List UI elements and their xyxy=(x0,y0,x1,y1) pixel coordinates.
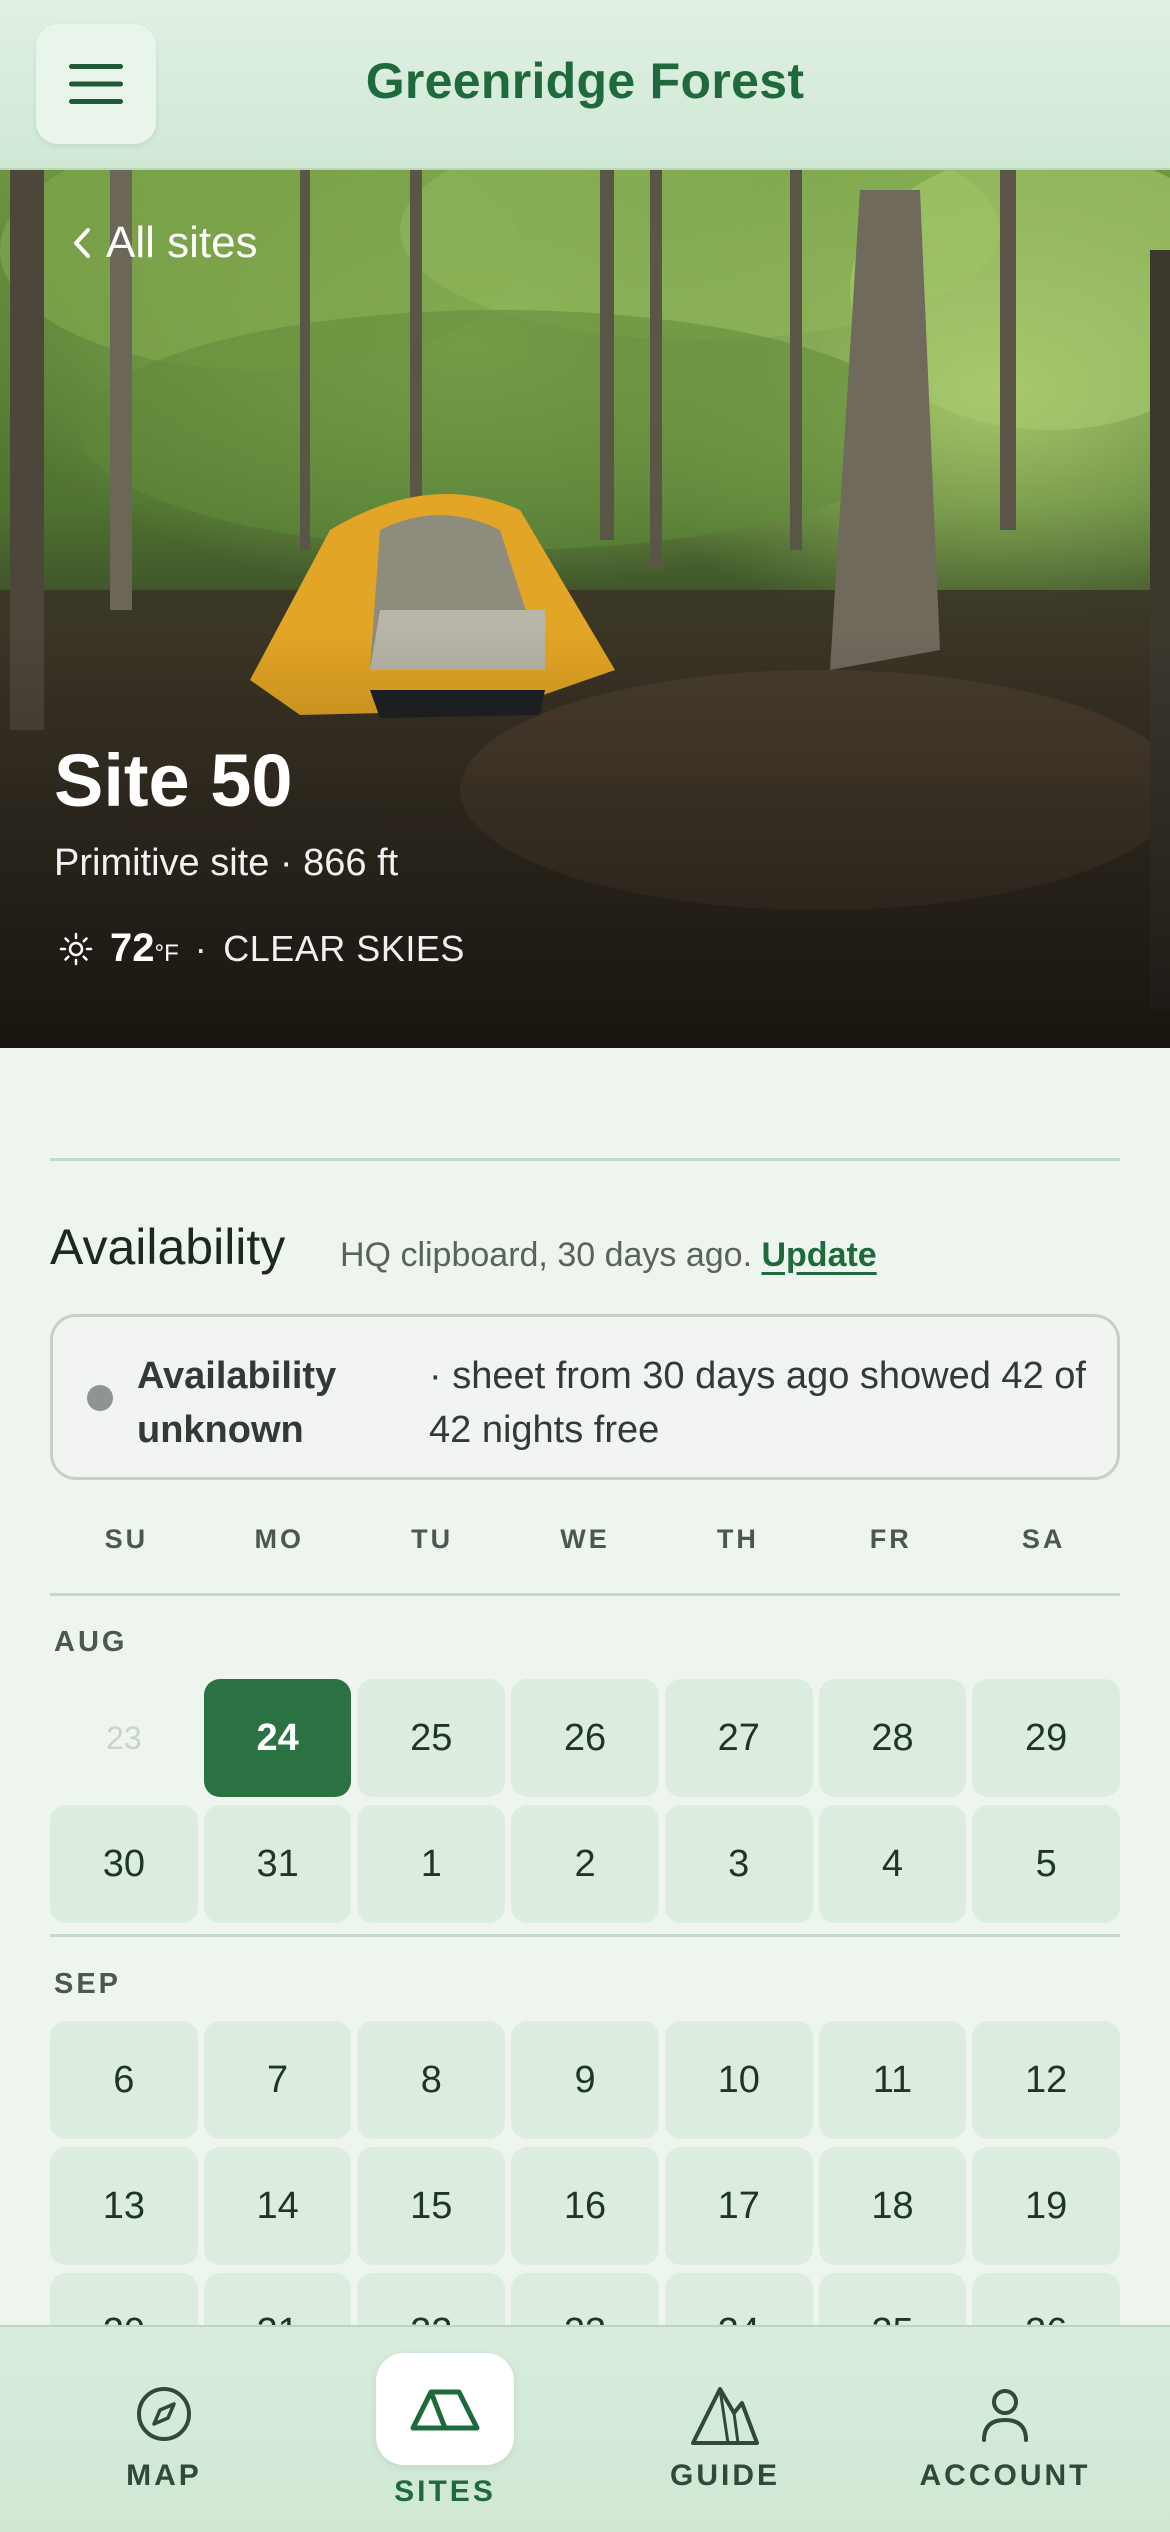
calendar-day[interactable]: 3 xyxy=(664,1805,813,1923)
calendar-week: 23 24 25 26 27 28 29 xyxy=(50,1679,1121,1797)
weekday-label: FR xyxy=(869,1524,912,1554)
tab-sites-label: SITES xyxy=(394,2475,496,2508)
app-title: Greenridge Forest xyxy=(365,53,805,109)
weather-condition: CLEAR SKIES xyxy=(223,927,465,969)
temperature-value: 72 xyxy=(110,926,155,970)
calendar-day-past: 23 xyxy=(106,1719,142,1756)
availability-note-text: HQ clipboard, 30 days ago. xyxy=(340,1236,753,1274)
temperature-unit: °F xyxy=(154,940,179,967)
sun-icon xyxy=(59,932,93,965)
tab-map[interactable]: MAP xyxy=(44,2327,284,2532)
weekday-label: WE xyxy=(560,1524,610,1554)
calendar-day[interactable]: 26 xyxy=(511,1679,659,1797)
availability-status-detail: · sheet from 30 days ago showed 42 of 42… xyxy=(429,1355,1086,1451)
calendar-day[interactable]: 13 xyxy=(50,2147,198,2265)
calendar-day[interactable]: 11 xyxy=(818,2021,967,2139)
weekday-label: TH xyxy=(716,1524,759,1554)
calendar-week: 13 14 15 16 17 18 19 xyxy=(50,2147,1121,2265)
weather-separator: · xyxy=(194,927,208,969)
site-subtitle: Primitive site · 866 ft xyxy=(54,842,399,884)
back-to-all-sites-link[interactable]: All sites xyxy=(72,218,258,268)
calendar-day[interactable]: 30 xyxy=(50,1805,198,1923)
calendar-day-selected[interactable]: 24 xyxy=(203,1679,352,1797)
weekday-label: SA xyxy=(1021,1524,1066,1554)
calendar-day[interactable]: 31 xyxy=(203,1805,352,1923)
calendar-day[interactable]: 9 xyxy=(511,2021,659,2139)
app-header: Greenridge Forest xyxy=(0,0,1170,170)
calendar-day[interactable]: 15 xyxy=(357,2147,506,2265)
calendar-day[interactable]: 18 xyxy=(818,2147,967,2265)
month-label-aug: AUG xyxy=(54,1626,128,1658)
temperature: 72°F xyxy=(110,926,179,971)
tab-sites[interactable]: SITES xyxy=(325,2327,565,2532)
calendar-day[interactable]: 10 xyxy=(664,2021,813,2139)
tab-guide[interactable]: GUIDE xyxy=(605,2327,845,2532)
calendar-day[interactable]: 29 xyxy=(972,1679,1121,1797)
calendar-weekday-header: SU MO TU WE TH FR SA xyxy=(50,1524,1120,1564)
compass-icon xyxy=(134,2379,194,2449)
weekday-label: TU xyxy=(411,1524,454,1554)
site-hero-photo: All sites Site 50 Primitive site · 866 f… xyxy=(0,170,1170,1048)
month-divider xyxy=(50,1934,1120,1937)
hero-gradient-overlay xyxy=(0,628,1170,1048)
month-label-sep: SEP xyxy=(54,1968,122,2000)
calendar-day[interactable]: 8 xyxy=(357,2021,506,2139)
calendar-day[interactable]: 5 xyxy=(972,1805,1121,1923)
calendar-day[interactable]: 6 xyxy=(50,2021,198,2139)
weekday-label: MO xyxy=(254,1524,305,1554)
calendar-day[interactable]: 17 xyxy=(664,2147,813,2265)
tab-account[interactable]: ACCOUNT xyxy=(885,2327,1125,2532)
calendar-day[interactable]: 14 xyxy=(203,2147,352,2265)
calendar-day[interactable]: 27 xyxy=(664,1679,813,1797)
availability-status-card: Availability unknown · sheet from 30 day… xyxy=(50,1314,1120,1480)
calendar-week: 30 31 1 2 3 4 5 xyxy=(50,1805,1121,1923)
calendar-week: 6 7 8 9 10 11 12 xyxy=(50,2021,1121,2139)
site-title: Site 50 xyxy=(54,739,293,822)
calendar-day[interactable]: 2 xyxy=(511,1805,659,1923)
calendar-day[interactable]: 19 xyxy=(972,2147,1121,2265)
tab-map-label: MAP xyxy=(126,2459,202,2492)
bottom-tab-bar: MAP SITES GUIDE ACCOUNT xyxy=(0,2325,1170,2532)
tab-account-label: ACCOUNT xyxy=(919,2459,1091,2492)
calendar-day[interactable]: 7 xyxy=(203,2021,352,2139)
back-link-label: All sites xyxy=(106,218,258,267)
calendar-divider xyxy=(50,1593,1120,1596)
tent-icon xyxy=(376,2353,514,2465)
chevron-left-icon xyxy=(74,228,90,258)
availability-heading: Availability xyxy=(50,1219,286,1275)
weekday-label: SU xyxy=(104,1524,149,1554)
weather-row: 72°F · CLEAR SKIES xyxy=(58,926,465,971)
tab-guide-label: GUIDE xyxy=(669,2459,780,2492)
calendar-day[interactable]: 12 xyxy=(972,2021,1121,2139)
calendar-day[interactable]: 25 xyxy=(357,1679,506,1797)
mountain-icon xyxy=(690,2379,760,2449)
calendar-day[interactable]: 4 xyxy=(818,1805,967,1923)
person-icon xyxy=(980,2379,1030,2449)
status-indicator-dot xyxy=(87,1385,113,1411)
calendar-day[interactable]: 28 xyxy=(818,1679,967,1797)
availability-source-note: HQ clipboard, 30 days ago. Update xyxy=(340,1236,877,1275)
calendar-day[interactable]: 1 xyxy=(357,1805,506,1923)
calendar-day[interactable]: 16 xyxy=(511,2147,659,2265)
update-link[interactable]: Update xyxy=(761,1236,876,1274)
section-divider xyxy=(50,1158,1120,1161)
availability-status-title: Availability unknown xyxy=(137,1355,337,1451)
